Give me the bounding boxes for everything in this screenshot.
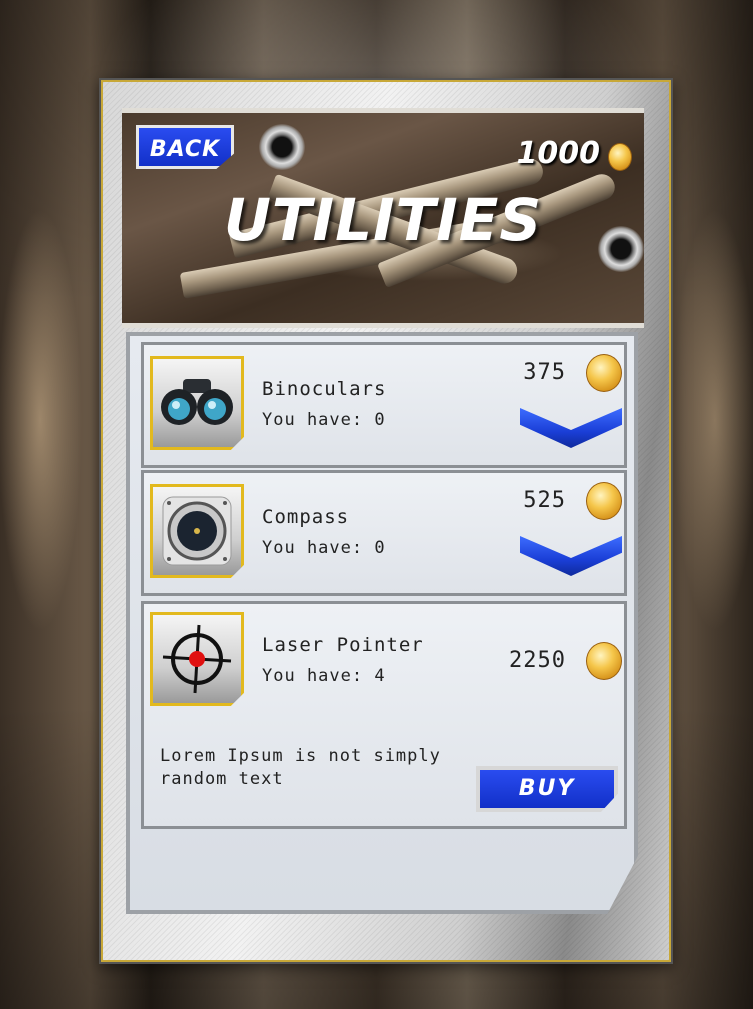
page-title: UTILITIES: [223, 186, 543, 254]
item-price: 375: [523, 360, 566, 385]
coin-icon: [586, 642, 622, 680]
item-owned-count: You have: 0: [262, 538, 386, 558]
item-thumbnail: [150, 356, 244, 450]
item-price: 525: [523, 488, 566, 513]
item-owned-count: You have: 0: [262, 410, 386, 430]
coin-icon: [608, 143, 632, 171]
bullet-hole-icon: [259, 124, 305, 170]
binoculars-icon: [161, 379, 233, 425]
item-thumbnail: [150, 612, 244, 706]
item-owned-count: You have: 4: [262, 666, 386, 686]
item-description: Lorem Ipsum is not simply random text: [160, 746, 441, 789]
back-button[interactable]: BACK: [136, 125, 234, 169]
coin-icon: [586, 482, 622, 520]
item-thumbnail: [150, 484, 244, 578]
item-name: Compass: [262, 506, 350, 528]
compass-icon: [162, 496, 232, 566]
item-price: 2250: [509, 648, 566, 673]
crosshair-icon: [162, 624, 232, 694]
buy-button[interactable]: BUY: [476, 766, 618, 812]
coin-icon: [586, 354, 622, 392]
item-name: Binoculars: [262, 378, 387, 400]
item-name: Laser Pointer: [262, 634, 424, 656]
coin-balance: 1000: [516, 136, 601, 171]
